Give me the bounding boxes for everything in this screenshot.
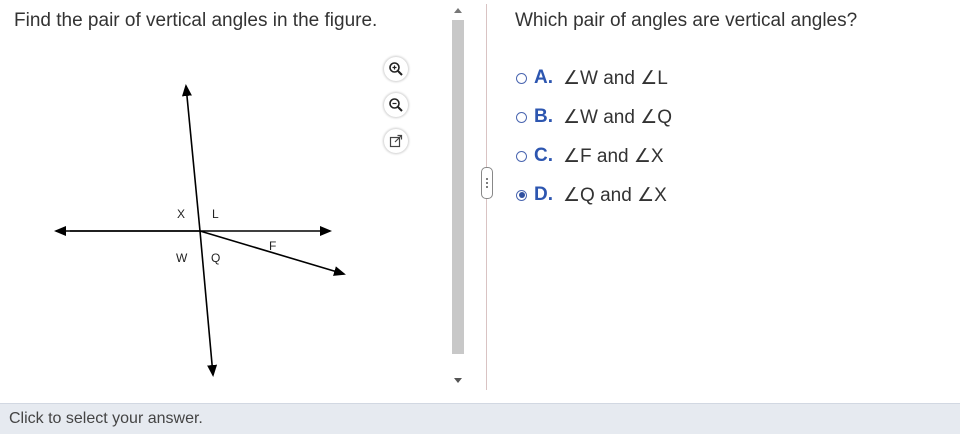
angle-figure: X L W Q F xyxy=(54,84,346,377)
option-text: ∠Q and ∠X xyxy=(563,184,667,206)
option-text: ∠F and ∠X xyxy=(563,145,664,167)
question-pane: Find the pair of vertical angles in the … xyxy=(0,0,448,403)
radio-button[interactable] xyxy=(516,111,527,123)
label-l: L xyxy=(212,207,219,221)
zoom-out-icon xyxy=(389,98,403,112)
radio-button[interactable] xyxy=(516,150,527,162)
option-a[interactable]: A. ∠W and ∠L xyxy=(516,66,668,90)
option-text: ∠W and ∠Q xyxy=(563,106,673,128)
divider-drag-handle[interactable] xyxy=(481,167,493,199)
status-text: Click to select your answer. xyxy=(9,410,203,427)
chevron-down-icon xyxy=(454,377,462,383)
open-popup-button[interactable] xyxy=(384,129,408,153)
label-f: F xyxy=(269,239,276,253)
option-letter: B. xyxy=(534,106,553,127)
answer-pane: Which pair of angles are vertical angles… xyxy=(500,0,960,403)
zoom-in-button[interactable] xyxy=(384,57,408,81)
scroll-thumb[interactable] xyxy=(452,20,464,354)
question-instruction: Find the pair of vertical angles in the … xyxy=(14,10,378,31)
status-bar: Click to select your answer. xyxy=(0,403,960,434)
zoom-in-icon xyxy=(389,62,403,76)
radio-button[interactable] xyxy=(516,72,527,84)
option-text: ∠W and ∠L xyxy=(563,67,668,89)
option-b[interactable]: B. ∠W and ∠Q xyxy=(516,105,672,129)
label-q: Q xyxy=(211,251,220,265)
chevron-up-icon xyxy=(454,7,462,13)
vertical-scrollbar[interactable] xyxy=(450,4,466,390)
option-letter: C. xyxy=(534,145,553,166)
option-letter: A. xyxy=(534,67,553,88)
option-letter: D. xyxy=(534,184,553,205)
scroll-down-arrow[interactable] xyxy=(450,374,466,386)
option-c[interactable]: C. ∠F and ∠X xyxy=(516,144,664,168)
scroll-up-arrow[interactable] xyxy=(450,4,466,16)
radio-button-selected[interactable] xyxy=(516,189,527,201)
transversal-line-up xyxy=(181,84,201,232)
option-d[interactable]: D. ∠Q and ∠X xyxy=(516,183,667,207)
answer-prompt: Which pair of angles are vertical angles… xyxy=(515,10,858,31)
zoom-out-button[interactable] xyxy=(384,93,408,117)
external-link-icon xyxy=(389,134,403,148)
label-w: W xyxy=(176,251,188,265)
label-x: X xyxy=(177,207,185,221)
